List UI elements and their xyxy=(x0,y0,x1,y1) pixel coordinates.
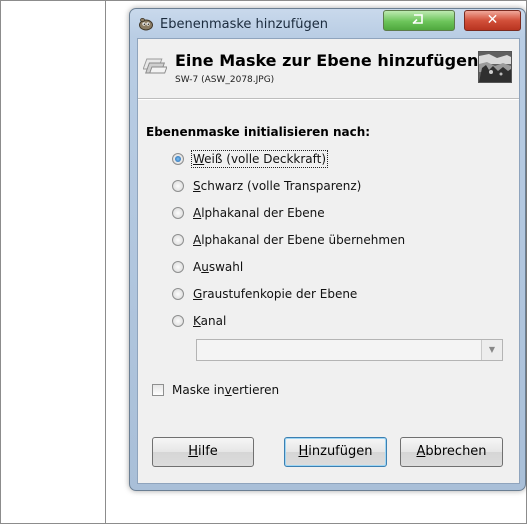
add-layer-mask-dialog: Ebenenmaske hinzufügen ✕ Eine Maske zur … xyxy=(129,8,526,491)
close-icon: ✕ xyxy=(486,12,499,28)
dialog-heading: Eine Maske zur Ebene hinzufügen xyxy=(175,51,479,70)
radio-button[interactable] xyxy=(172,261,184,273)
option-selection[interactable]: Auswahl xyxy=(172,258,243,276)
option-label: Alphakanal der Ebene übernehmen xyxy=(193,233,406,247)
option-white-full-opacity[interactable]: Weiß (volle Deckkraft) xyxy=(172,150,329,168)
option-transfer-layer-alpha[interactable]: Alphakanal der Ebene übernehmen xyxy=(172,231,405,249)
header-separator xyxy=(138,98,519,100)
minimize-button[interactable] xyxy=(383,10,455,31)
init-group-label: Ebenenmaske initialisieren nach: xyxy=(146,125,371,139)
channel-select[interactable]: ▼ xyxy=(196,339,503,361)
help-button[interactable]: Hilfe xyxy=(152,437,254,467)
add-button[interactable]: Hinzufügen xyxy=(284,437,387,467)
option-label: Kanal xyxy=(193,314,227,328)
chevron-down-icon[interactable]: ▼ xyxy=(481,340,502,360)
option-label: Auswahl xyxy=(193,260,244,274)
title-bar[interactable]: Ebenenmaske hinzufügen ✕ xyxy=(130,9,525,39)
option-label: Alphakanal der Ebene xyxy=(193,206,325,220)
radio-button[interactable] xyxy=(172,315,184,327)
invert-mask-toggle[interactable]: Maske invertieren xyxy=(152,383,279,397)
table-column-divider xyxy=(105,0,106,524)
layer-thumbnail xyxy=(478,51,512,83)
option-layer-alpha[interactable]: Alphakanal der Ebene xyxy=(172,204,325,222)
close-button[interactable]: ✕ xyxy=(464,10,521,31)
option-label: Weiß (volle Deckkraft) xyxy=(190,150,329,168)
option-label: Graustufenkopie der Ebene xyxy=(193,287,358,301)
dialog-client-area: Eine Maske zur Ebene hinzufügen SW-7 (AS… xyxy=(137,38,520,484)
option-label: Schwarz (volle Transparenz) xyxy=(193,179,362,193)
option-channel[interactable]: Kanal xyxy=(172,312,226,330)
radio-button[interactable] xyxy=(172,288,184,300)
cancel-button[interactable]: Abbrechen xyxy=(400,437,503,467)
minimize-icon xyxy=(412,14,423,25)
gimp-icon xyxy=(139,17,153,31)
window-title: Ebenenmaske hinzufügen xyxy=(160,17,328,32)
invert-mask-label: Maske invertieren xyxy=(172,383,280,397)
radio-button[interactable] xyxy=(172,234,184,246)
radio-button[interactable] xyxy=(172,153,184,165)
option-grayscale-copy[interactable]: Graustufenkopie der Ebene xyxy=(172,285,357,303)
layer-mask-icon xyxy=(143,58,167,74)
layer-name: SW-7 (ASW_2078.JPG) xyxy=(175,75,275,85)
radio-button[interactable] xyxy=(172,180,184,192)
invert-mask-checkbox[interactable] xyxy=(152,384,164,396)
radio-button[interactable] xyxy=(172,207,184,219)
option-black-full-transparency[interactable]: Schwarz (volle Transparenz) xyxy=(172,177,361,195)
